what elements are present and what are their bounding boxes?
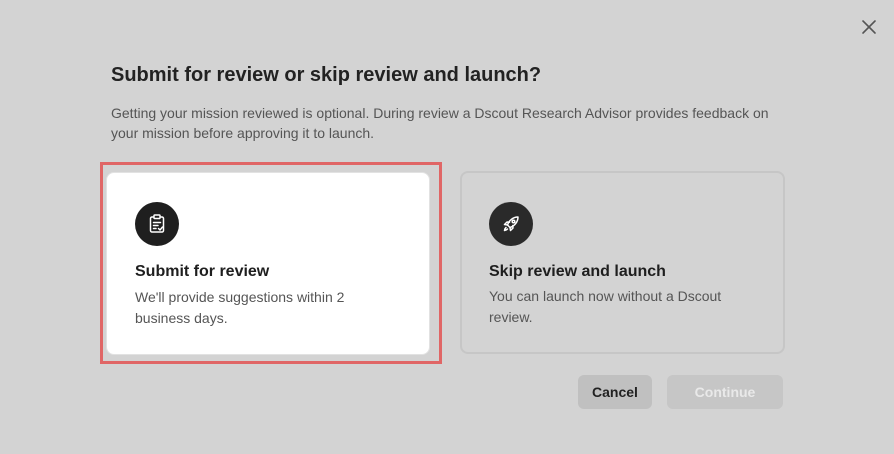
- option-description: We'll provide suggestions within 2 busin…: [135, 289, 345, 326]
- option-description: You can launch now without a Dscout revi…: [489, 288, 722, 325]
- option-submit-for-review[interactable]: Submit for review We'll provide suggesti…: [106, 172, 430, 355]
- continue-button[interactable]: Continue: [667, 375, 783, 409]
- clipboard-check-icon: [135, 202, 179, 246]
- option-title: Submit for review: [135, 263, 270, 280]
- dialog-title: Submit for review or skip review and lau…: [111, 64, 542, 86]
- rocket-icon: [489, 202, 533, 246]
- option-title: Skip review and launch: [489, 263, 666, 280]
- close-icon: [862, 20, 876, 34]
- close-button[interactable]: [858, 16, 880, 38]
- dialog-description: Getting your mission reviewed is optiona…: [111, 105, 769, 141]
- option-skip-review-and-launch[interactable]: Skip review and launch You can launch no…: [460, 171, 785, 354]
- cancel-button[interactable]: Cancel: [578, 375, 652, 409]
